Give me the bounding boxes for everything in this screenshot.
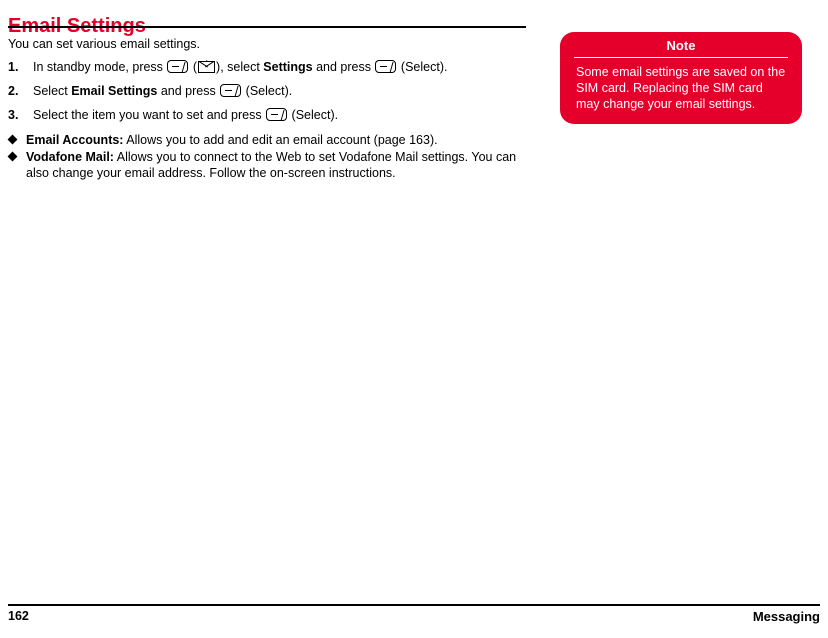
bullet-list: Email Accounts: Allows you to add and ed… <box>7 132 538 181</box>
step-emphasis: Settings <box>263 60 313 74</box>
step-text-fragment: and press <box>312 60 375 74</box>
step-text: In standby mode, press ( ), select Settin… <box>33 60 447 74</box>
note-divider <box>574 57 788 58</box>
step-text-fragment: Select <box>33 84 72 98</box>
footer-section-label: Messaging <box>752 609 820 624</box>
main-content: You can set various email settings. 1. I… <box>7 36 538 182</box>
list-item: Vodafone Mail: Allows you to connect to … <box>7 149 538 181</box>
step-text-fragment: (Select). <box>288 108 339 122</box>
footer-divider <box>8 604 820 606</box>
diamond-bullet-icon <box>7 151 18 162</box>
step-number: 1. <box>8 60 19 74</box>
note-body: Some email settings are saved on the SIM… <box>576 65 786 111</box>
list-item: Email Accounts: Allows you to add and ed… <box>7 132 538 148</box>
step-number: 2. <box>8 84 19 98</box>
bullet-term: Email Accounts: <box>26 133 124 147</box>
note-title: Note <box>666 38 696 53</box>
manual-page: Email Settings You can set various email… <box>0 0 828 638</box>
step-text-fragment: (Select). <box>242 84 293 98</box>
step-text-fragment: and press <box>157 84 220 98</box>
step-text-fragment: In standby mode, press <box>33 60 167 74</box>
step-list: 1. In standby mode, press ( ), select Set… <box>8 59 538 124</box>
title-divider <box>8 26 526 28</box>
step-text-fragment: ), select <box>216 60 264 74</box>
softkey-icon <box>266 108 288 121</box>
step-emphasis: Email Settings <box>71 84 158 98</box>
diamond-bullet-icon <box>7 134 18 145</box>
step-text: Select Email Settings and press (Select)… <box>33 84 292 98</box>
step-text: Select the item you want to set and pres… <box>33 108 338 122</box>
step-number: 3. <box>8 108 19 122</box>
intro-paragraph: You can set various email settings. <box>8 37 201 51</box>
softkey-icon <box>220 84 242 97</box>
note-callout: Note Some email settings are saved on th… <box>560 32 802 124</box>
step-item: 2. Select Email Settings and press (Sele… <box>8 83 538 100</box>
bullet-term: Vodafone Mail: <box>26 150 114 164</box>
step-item: 1. In standby mode, press ( ), select Set… <box>8 59 538 76</box>
step-text-fragment: (Select). <box>397 60 448 74</box>
envelope-icon <box>198 61 216 73</box>
page-number: 162 <box>8 609 29 623</box>
step-item: 3. Select the item you want to set and p… <box>8 107 538 124</box>
step-text-fragment: Select the item you want to set and pres… <box>33 108 266 122</box>
step-text-fragment: ( <box>189 60 198 74</box>
softkey-icon <box>375 60 397 73</box>
bullet-description: Allows you to add and edit an email acco… <box>126 133 438 147</box>
softkey-icon <box>167 60 189 73</box>
